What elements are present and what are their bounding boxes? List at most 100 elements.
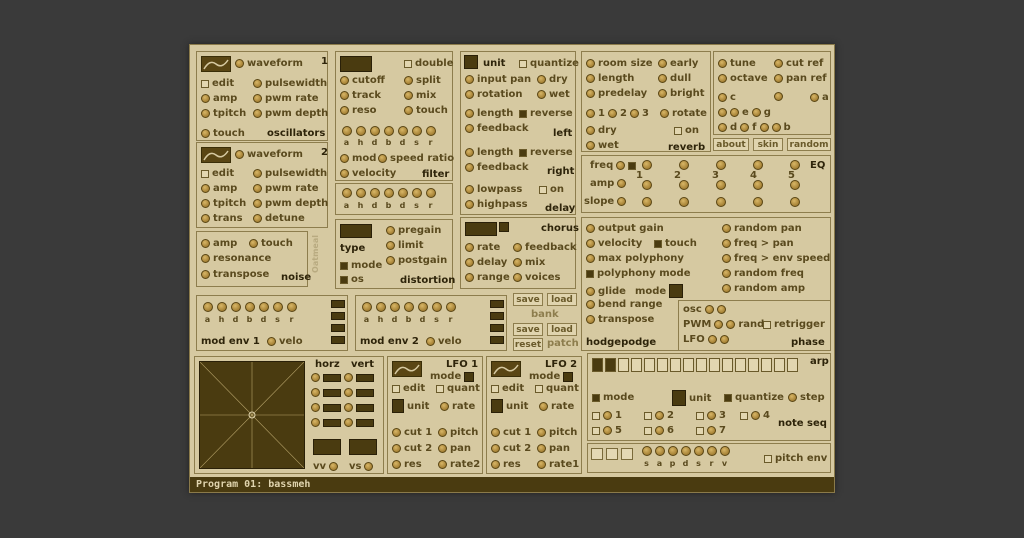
note-c-knob[interactable] <box>718 93 727 102</box>
vert-amount-knob[interactable] <box>344 403 353 412</box>
reverb-wet-knob[interactable] <box>586 141 595 150</box>
eq-knob[interactable] <box>790 160 800 170</box>
chorus-voices-knob[interactable] <box>513 273 522 282</box>
note-knob[interactable] <box>759 123 769 132</box>
waveform-knob[interactable] <box>235 150 244 159</box>
seq-knob[interactable] <box>707 411 716 420</box>
env-knob[interactable] <box>356 126 366 136</box>
pitch-env-knob[interactable] <box>720 446 730 456</box>
arp-step[interactable] <box>774 358 785 372</box>
vert-dest-slot[interactable] <box>356 388 374 397</box>
random-freq-knob[interactable] <box>722 269 731 278</box>
eq-knob[interactable] <box>790 180 800 190</box>
phase-osc-knob[interactable] <box>716 305 726 314</box>
pitch-env-checkbox[interactable] <box>764 454 772 463</box>
seq-knob[interactable] <box>707 426 716 435</box>
note-knob[interactable] <box>740 123 750 132</box>
chorus-mode-display[interactable] <box>465 222 497 236</box>
seq-checkbox[interactable] <box>592 426 600 435</box>
reverb-2-knob[interactable] <box>607 109 617 118</box>
reverb-on-checkbox[interactable] <box>674 126 682 135</box>
eq-knob[interactable] <box>679 180 689 190</box>
chorus-delay-knob[interactable] <box>465 258 474 267</box>
eq-knob[interactable] <box>716 180 726 190</box>
env-knob[interactable] <box>370 188 380 198</box>
edit-checkbox[interactable] <box>201 79 209 88</box>
early-knob[interactable] <box>658 59 667 68</box>
touch-checkbox[interactable] <box>654 239 662 248</box>
phase-pwm-knob[interactable] <box>726 320 736 329</box>
patch-reset-button[interactable]: reset <box>513 338 543 351</box>
lfo-unit-toggle[interactable] <box>392 399 404 413</box>
eq-band-toggle[interactable] <box>628 161 637 170</box>
arp-step[interactable] <box>657 358 668 372</box>
filter-type-display[interactable] <box>340 56 372 72</box>
cutoff-knob[interactable] <box>340 76 349 85</box>
env-knob[interactable] <box>356 188 366 198</box>
env-knob[interactable] <box>362 302 372 312</box>
eq-amp-knob[interactable] <box>617 179 627 188</box>
arp-mode-checkbox[interactable] <box>592 393 600 402</box>
vert-dest-slot[interactable] <box>356 403 374 412</box>
lowpass-knob[interactable] <box>465 185 474 194</box>
arp-step[interactable] <box>618 358 629 372</box>
amp-knob[interactable] <box>201 94 210 103</box>
cut2-knob[interactable] <box>491 444 500 453</box>
note-d-knob[interactable] <box>774 92 783 101</box>
noise-amp-knob[interactable] <box>201 239 210 248</box>
arp-quantize-checkbox[interactable] <box>724 393 732 402</box>
chorus-rate-knob[interactable] <box>465 243 474 252</box>
rate2-knob[interactable] <box>438 460 447 469</box>
detune-knob[interactable] <box>253 214 262 223</box>
about-button[interactable]: about <box>713 138 749 151</box>
length-left-knob[interactable] <box>465 109 474 118</box>
trans-knob[interactable] <box>201 214 210 223</box>
vert-amount-knob[interactable] <box>344 388 353 397</box>
bank-load-button[interactable]: load <box>547 293 577 306</box>
env-knob[interactable] <box>217 302 227 312</box>
waveform-display-2[interactable] <box>201 147 231 163</box>
pitch-env-knob[interactable] <box>655 446 665 456</box>
octave-knob[interactable] <box>718 74 727 83</box>
patch-save-button[interactable]: save <box>513 323 543 336</box>
predelay-knob[interactable] <box>586 89 595 98</box>
velo-knob[interactable] <box>267 337 276 346</box>
random-amp-knob[interactable] <box>722 284 731 293</box>
arp-step[interactable] <box>592 358 603 372</box>
eq-slope-knob[interactable] <box>617 197 627 206</box>
env-knob[interactable] <box>287 302 297 312</box>
arp-step[interactable] <box>605 358 616 372</box>
seq-checkbox[interactable] <box>696 411 704 420</box>
tpitch-knob[interactable] <box>201 199 210 208</box>
horz-amount-knob[interactable] <box>311 388 320 397</box>
velocity-knob[interactable] <box>340 169 349 178</box>
glide-mode-toggle[interactable] <box>669 284 684 298</box>
seq-knob[interactable] <box>655 411 664 420</box>
lfo-quant-checkbox[interactable] <box>436 384 444 393</box>
eq-knob[interactable] <box>753 197 763 207</box>
track-knob[interactable] <box>340 91 349 100</box>
prev-arrow-icon[interactable] <box>591 448 603 460</box>
env-knob[interactable] <box>259 302 269 312</box>
quantize-checkbox[interactable] <box>519 59 527 68</box>
freq-pan-knob[interactable] <box>722 239 731 248</box>
phase-lfo-knob[interactable] <box>707 335 717 344</box>
cut-ref-knob[interactable] <box>774 59 783 68</box>
pitch-env-knob[interactable] <box>694 446 704 456</box>
env-knob[interactable] <box>231 302 241 312</box>
eq-knob[interactable] <box>642 180 652 190</box>
pulsewidth-knob[interactable] <box>253 169 262 178</box>
mod-dest-slot[interactable] <box>490 300 504 308</box>
velocity-knob[interactable] <box>586 239 595 248</box>
mod-dest-slot[interactable] <box>331 300 345 308</box>
eq-knob[interactable] <box>642 160 652 170</box>
reverb-length-knob[interactable] <box>586 74 595 83</box>
cut2-knob[interactable] <box>392 444 401 453</box>
dry-knob[interactable] <box>537 75 546 84</box>
mode-checkbox[interactable] <box>340 261 348 270</box>
seq-knob[interactable] <box>655 426 664 435</box>
seq-knob[interactable] <box>603 426 612 435</box>
feedback-left-knob[interactable] <box>465 124 474 133</box>
noise-touch-knob[interactable] <box>249 239 258 248</box>
feedback-right-knob[interactable] <box>465 163 474 172</box>
